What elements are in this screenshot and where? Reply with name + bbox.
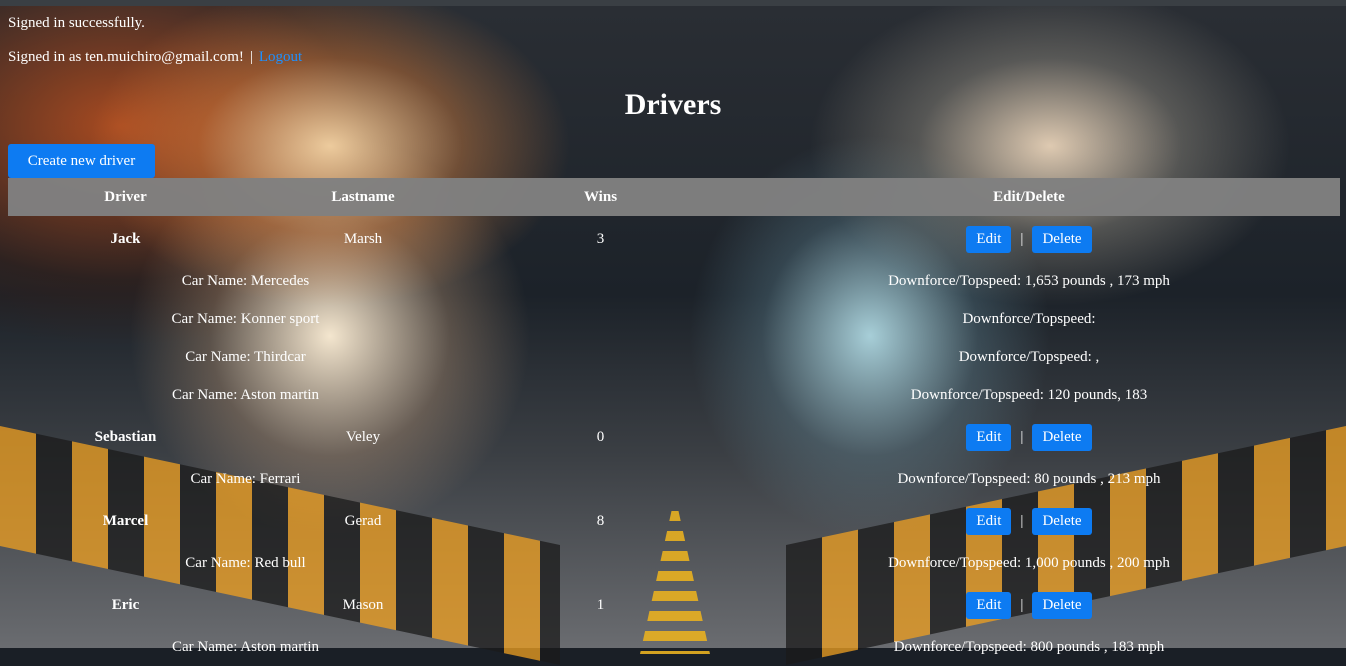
car-row: Car Name: Aston martin Downforce/Topspeed… (8, 628, 1340, 666)
delete-driver-button[interactable]: Delete (1032, 591, 1092, 619)
driver-last-name: Mason (342, 597, 384, 613)
driver-actions: Edit | Delete (718, 502, 1340, 540)
logout-link[interactable]: Logout (259, 49, 302, 65)
edit-driver-button[interactable]: Edit (966, 423, 1012, 451)
delete-driver-button[interactable]: Delete (1032, 423, 1092, 451)
car-name: Car Name: Konner sport (171, 311, 320, 327)
car-downforce-topspeed: Downforce/Topspeed: 1,653 pounds , 173 m… (888, 273, 1170, 289)
driver-row: Eric Mason 1 Edit | Delete (8, 586, 1340, 624)
driver-row: Jack Marsh 3 Edit | Delete (8, 220, 1340, 258)
car-downforce-topspeed: Downforce/Topspeed: 1,000 pounds , 200 m… (888, 555, 1170, 571)
driver-actions: Edit | Delete (718, 418, 1340, 456)
table-header: Driver Lastname Wins Edit/Delete (8, 178, 1340, 216)
driver-wins: 8 (596, 513, 605, 529)
driver-actions: Edit | Delete (718, 220, 1340, 258)
driver-wins: 1 (596, 597, 605, 613)
delete-driver-button[interactable]: Delete (1032, 225, 1092, 253)
action-separator: | (1020, 513, 1024, 529)
car-name: Car Name: Aston martin (171, 387, 320, 403)
driver-actions: Edit | Delete (718, 586, 1340, 624)
car-row: Car Name: Thirdcar Downforce/Topspeed: , (8, 338, 1340, 376)
header-driver: Driver (104, 189, 147, 205)
car-downforce-topspeed: Downforce/Topspeed: 80 pounds , 213 mph (897, 471, 1161, 487)
edit-driver-button[interactable]: Edit (966, 591, 1012, 619)
signed-in-bar: Signed in as ten.muichiro@gmail.com! | Log… (8, 49, 302, 66)
driver-last-name: Veley (345, 429, 381, 445)
flash-notice: Signed in successfully. (8, 15, 145, 31)
driver-wins: 0 (596, 429, 605, 445)
page-title: Drivers (624, 88, 722, 121)
action-separator: | (1020, 429, 1024, 445)
car-name: Car Name: Red bull (185, 555, 306, 571)
car-downforce-topspeed: Downforce/Topspeed: (962, 311, 1096, 327)
driver-row: Sebastian Veley 0 Edit | Delete (8, 418, 1340, 456)
driver-last-name: Marsh (343, 231, 383, 247)
driver-first-name: Jack (110, 231, 141, 247)
car-row: Car Name: Konner sport Downforce/Topspeed… (8, 300, 1340, 338)
action-separator: | (1020, 231, 1024, 247)
driver-last-name: Gerad (344, 513, 382, 529)
signed-in-text: Signed in as ten.muichiro@gmail.com! (8, 49, 244, 65)
car-downforce-topspeed: Downforce/Topspeed: , (958, 349, 1100, 365)
car-name: Car Name: Aston martin (171, 639, 320, 655)
car-name: Car Name: Ferrari (190, 471, 301, 487)
driver-row: Marcel Gerad 8 Edit | Delete (8, 502, 1340, 540)
car-name: Car Name: Mercedes (181, 273, 310, 289)
car-row: Car Name: Red bull Downforce/Topspeed: 1,… (8, 544, 1340, 582)
action-separator: | (1020, 597, 1024, 613)
header-edit-delete: Edit/Delete (993, 189, 1065, 205)
header-lastname: Lastname (331, 189, 395, 205)
driver-first-name: Eric (111, 597, 140, 613)
separator: | (249, 49, 253, 65)
car-name: Car Name: Thirdcar (185, 349, 306, 365)
car-downforce-topspeed: Downforce/Topspeed: 800 pounds , 183 mph (893, 639, 1165, 655)
car-row: Car Name: Aston martin Downforce/Topspeed… (8, 376, 1340, 414)
create-new-driver-button[interactable]: Create new driver (8, 144, 155, 178)
header-wins: Wins (583, 189, 618, 205)
car-row: Car Name: Mercedes Downforce/Topspeed: 1,… (8, 262, 1340, 300)
driver-first-name: Sebastian (94, 429, 157, 445)
car-row: Car Name: Ferrari Downforce/Topspeed: 80 … (8, 460, 1340, 498)
edit-driver-button[interactable]: Edit (966, 507, 1012, 535)
delete-driver-button[interactable]: Delete (1032, 507, 1092, 535)
edit-driver-button[interactable]: Edit (966, 225, 1012, 253)
driver-first-name: Marcel (102, 513, 149, 529)
page-content: Signed in successfully. Signed in as ten… (0, 6, 1346, 655)
car-downforce-topspeed: Downforce/Topspeed: 120 pounds, 183 (910, 387, 1148, 403)
driver-wins: 3 (596, 231, 605, 247)
